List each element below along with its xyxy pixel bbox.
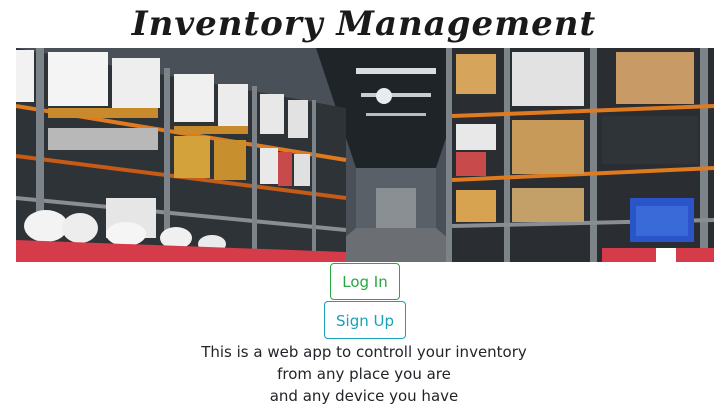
- description-line: and any device you have: [269, 387, 459, 405]
- warehouse-hero-image: [16, 48, 714, 262]
- login-button[interactable]: Log In: [330, 263, 400, 300]
- description-line: from any place you are: [277, 365, 451, 383]
- description-line: This is a web app to controll your inven…: [201, 343, 527, 361]
- signup-button[interactable]: Sign Up: [324, 301, 406, 339]
- page-title: Inventory Management: [131, 4, 597, 44]
- app-description: This is a web app to controll your inven…: [0, 341, 728, 407]
